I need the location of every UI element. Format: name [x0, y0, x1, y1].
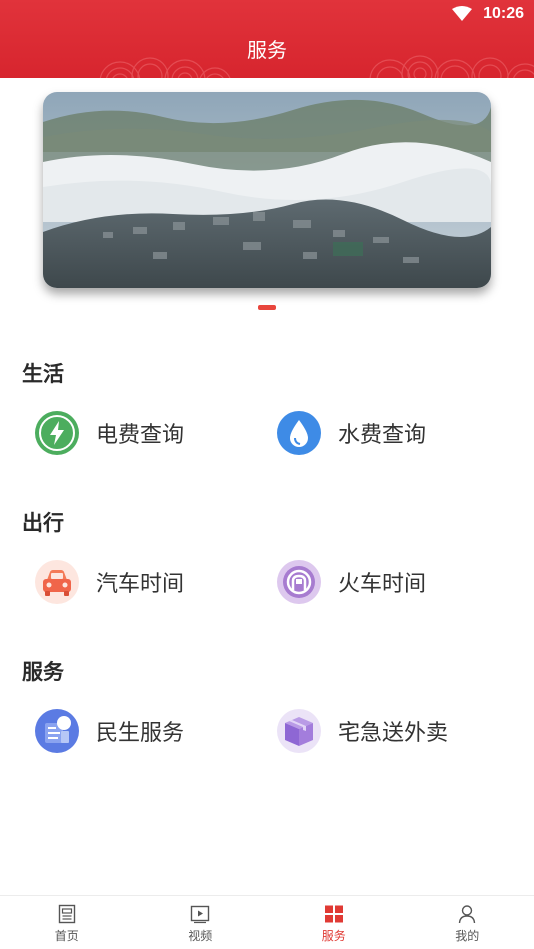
- item-delivery[interactable]: 宅急送外卖: [277, 706, 448, 756]
- lightning-icon: [35, 411, 79, 455]
- tab-services[interactable]: 服务: [267, 896, 401, 949]
- item-label: 宅急送外卖: [338, 721, 449, 746]
- status-bar: 10:26: [0, 0, 534, 28]
- user-icon: [459, 905, 476, 924]
- car-icon: [35, 560, 79, 604]
- item-civil-services[interactable]: 民生服务: [35, 706, 184, 756]
- banner-landscape-image: [43, 92, 491, 288]
- banner-image[interactable]: [43, 92, 491, 288]
- item-label: 火车时间: [338, 572, 427, 597]
- tab-label: 服务: [321, 929, 346, 943]
- package-icon: [277, 709, 321, 753]
- item-label: 汽车时间: [96, 572, 185, 597]
- status-time: 10:26: [483, 5, 524, 22]
- item-label: 民生服务: [96, 721, 185, 746]
- tab-label: 我的: [455, 929, 480, 943]
- video-icon: [191, 905, 210, 924]
- document-icon: [35, 709, 79, 753]
- tab-mine[interactable]: 我的: [401, 896, 534, 949]
- bottom-tab-bar: 首页 视频 服务 我的: [0, 895, 534, 949]
- water-drop-icon: [277, 411, 321, 455]
- tab-home[interactable]: 首页: [0, 896, 134, 949]
- grid-icon: [324, 905, 343, 923]
- banner-pager-indicator: [258, 305, 276, 310]
- item-train-time[interactable]: 火车时间: [277, 557, 426, 607]
- home-doc-icon: [58, 904, 75, 924]
- item-label: 电费查询: [96, 423, 185, 448]
- tab-label: 首页: [54, 929, 79, 943]
- item-label: 水费查询: [338, 423, 427, 448]
- section-title-life: 生活: [22, 362, 64, 386]
- tab-video[interactable]: 视频: [134, 896, 268, 949]
- item-electricity-query[interactable]: 电费查询: [35, 408, 184, 458]
- section-title-travel: 出行: [22, 511, 64, 535]
- train-icon: [277, 560, 321, 604]
- page-title: 服务: [247, 38, 287, 62]
- item-bus-time[interactable]: 汽车时间: [35, 557, 184, 607]
- tab-label: 视频: [188, 929, 213, 943]
- app-header: 10:26 服务: [0, 0, 534, 78]
- item-water-query[interactable]: 水费查询: [277, 408, 426, 458]
- wifi-icon: [452, 6, 472, 21]
- section-title-services: 服务: [22, 660, 64, 684]
